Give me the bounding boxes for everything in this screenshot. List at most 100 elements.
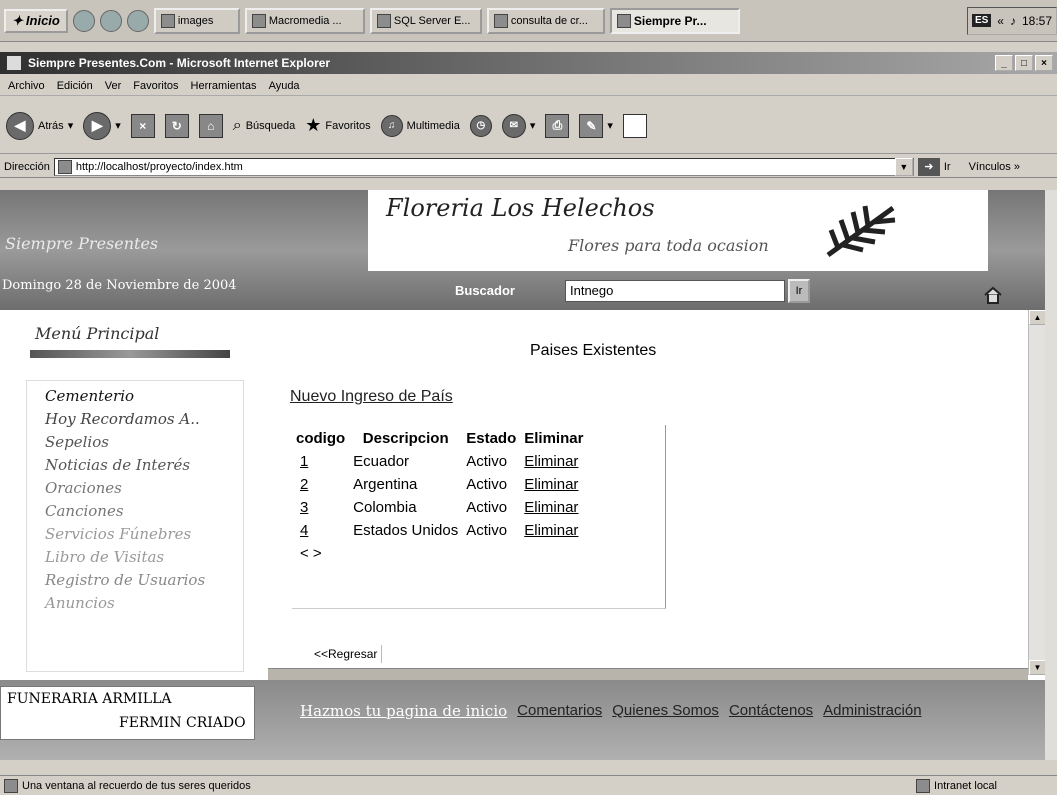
outlook-quicklaunch-icon[interactable] [99, 9, 122, 32]
fern-icon [826, 205, 896, 258]
home-button[interactable]: ⌂ [198, 113, 223, 138]
menu-item-anuncios[interactable]: Anuncios [45, 594, 115, 612]
edit-button[interactable]: ✎ ▾ [579, 113, 613, 138]
go-arrow-icon[interactable]: ➜ [917, 157, 940, 176]
delete-link[interactable]: Eliminar [520, 473, 587, 496]
scroll-up-icon[interactable]: ▲ [1029, 310, 1045, 325]
country-name: Argentina [353, 476, 418, 493]
menu-item-noticias[interactable]: Noticias de Interés [45, 456, 190, 474]
delete-link[interactable]: Eliminar [520, 519, 587, 542]
web-page: Siempre Presentes Floreria Los Helechos … [0, 190, 1045, 760]
scroll-down-icon[interactable]: ▼ [1029, 660, 1045, 675]
menu-item-hoy-recordamos[interactable]: Hoy Recordamos A.. [45, 410, 200, 428]
table-row: < > [292, 542, 587, 565]
menu-archivo[interactable]: Archivo [8, 80, 45, 92]
code-link[interactable]: 1 [292, 450, 349, 473]
florist-title: Floreria Los Helechos [386, 194, 655, 222]
delete-link[interactable]: Eliminar [520, 450, 587, 473]
site-search-input[interactable]: Intnego [565, 280, 785, 302]
taskbar-btn-consulta[interactable]: consulta de cr... [486, 7, 605, 34]
menu-herramientas[interactable]: Herramientas [191, 80, 257, 92]
menu-ayuda[interactable]: Ayuda [269, 80, 300, 92]
status-bar: Una ventana al recuerdo de tus seres que… [0, 775, 1057, 795]
security-zone: Intranet local [934, 779, 997, 792]
close-button[interactable]: × [1035, 55, 1053, 71]
frame-vertical-scrollbar[interactable]: ▲ ▼ [1028, 310, 1045, 675]
footer-link-quienes[interactable]: Quienes Somos [612, 702, 719, 720]
pager[interactable]: < > [292, 542, 349, 565]
ie-quicklaunch-icon[interactable] [72, 9, 95, 32]
media-quicklaunch-icon[interactable] [126, 9, 149, 32]
search-button[interactable]: ⌕ Búsqueda [233, 117, 296, 135]
funeral-home-logo: FUNERARIA ARMILLA FERMIN CRIADO [0, 686, 255, 740]
language-indicator[interactable]: ES [971, 14, 992, 27]
browser-vertical-scrollbar[interactable] [1045, 190, 1057, 760]
taskbar-btn-macromedia[interactable]: Macromedia ... [244, 7, 365, 34]
refresh-button[interactable]: ↻ [164, 113, 189, 138]
volume-icon[interactable]: ♪ [1010, 14, 1016, 28]
history-button[interactable]: ◷ [469, 114, 492, 137]
new-country-link[interactable]: Nuevo Ingreso de País [290, 388, 453, 406]
florist-ad[interactable]: Floreria Los Helechos Flores para toda o… [368, 190, 988, 271]
footer-link-contactenos[interactable]: Contáctenos [729, 702, 813, 720]
menu-item-registro[interactable]: Registro de Usuarios [45, 571, 205, 589]
address-dropdown-button[interactable]: ▼ [894, 157, 913, 176]
stop-icon: × [130, 113, 155, 138]
history-icon: ◷ [469, 114, 492, 137]
favorites-button[interactable]: ★ Favoritos [305, 115, 370, 136]
start-button[interactable]: ✦ Inicio [4, 8, 68, 33]
taskbar-btn-siempre[interactable]: Siempre Pr... [609, 7, 740, 34]
chevron-down-icon: ▾ [115, 120, 121, 132]
address-bar: Dirección http://localhost/proyecto/inde… [0, 156, 1057, 178]
footer-link-comentarios[interactable]: Comentarios [517, 702, 602, 720]
menu-item-cementerio[interactable]: Cementerio [45, 387, 134, 405]
menu-edicion[interactable]: Edición [57, 80, 93, 92]
code-link[interactable]: 4 [292, 519, 349, 542]
minimize-button[interactable]: _ [995, 55, 1013, 71]
back-link[interactable]: <<Regresar [310, 645, 383, 663]
delete-link[interactable]: Eliminar [520, 496, 587, 519]
mail-icon: ✉ [501, 113, 526, 138]
forward-arrow-icon: ▶ [83, 111, 112, 140]
menu-item-servicios[interactable]: Servicios Fúnebres [45, 525, 191, 543]
mail-button[interactable]: ✉ ▾ [501, 113, 536, 138]
stop-button[interactable]: × [130, 113, 155, 138]
footer-link-home[interactable]: Hazmos tu pagina de inicio [300, 702, 507, 720]
menu-favoritos[interactable]: Favoritos [133, 80, 178, 92]
taskbar-btn-sqlserver[interactable]: SQL Server E... [369, 7, 482, 34]
status-text: Una ventana al recuerdo de tus seres que… [22, 779, 251, 792]
go-button[interactable]: Ir [944, 161, 951, 173]
links-button[interactable]: Vínculos » [969, 161, 1020, 173]
footer-link-admin[interactable]: Administración [823, 702, 921, 720]
tray-expand-icon[interactable]: « [997, 14, 1004, 28]
chevron-down-icon: ▾ [529, 120, 536, 132]
code-link[interactable]: 3 [292, 496, 349, 519]
address-label: Dirección [4, 160, 50, 173]
table-row: 1 Ecuador Activo Eliminar [292, 450, 587, 473]
maximize-button[interactable]: □ [1015, 55, 1033, 71]
menu-item-sepelios[interactable]: Sepelios [45, 433, 109, 451]
messenger-button[interactable] [622, 113, 647, 138]
back-button[interactable]: ◀ Atrás ▾ [6, 111, 73, 140]
menu-item-canciones[interactable]: Canciones [45, 502, 124, 520]
taskbar-btn-images[interactable]: images [153, 7, 240, 34]
print-button[interactable]: ⎙ [545, 113, 570, 138]
address-input[interactable]: http://localhost/proyecto/index.htm ▼ [53, 157, 914, 176]
window-titlebar: Siempre Presentes.Com - Microsoft Intern… [0, 52, 1057, 74]
multimedia-button[interactable]: ♫ Multimedia [380, 114, 460, 137]
forward-button[interactable]: ▶ ▾ [83, 111, 121, 140]
home-icon[interactable] [983, 286, 1003, 304]
florist-subtitle: Flores para toda ocasion [568, 236, 769, 255]
table-row: 4 Estados Unidos Activo Eliminar [292, 519, 587, 542]
windows-logo-icon: ✦ [12, 12, 23, 28]
table-header-row: codigo Descripcion Estado Eliminar [292, 427, 587, 450]
country-name: Ecuador [353, 453, 410, 470]
code-link[interactable]: 2 [292, 473, 349, 496]
ie-page-icon [57, 159, 72, 174]
menu-item-oraciones[interactable]: Oraciones [45, 479, 122, 497]
country-state: Activo [466, 476, 508, 493]
site-signature-logo: Siempre Presentes [5, 234, 159, 253]
menu-ver[interactable]: Ver [105, 80, 122, 92]
site-search-button[interactable]: Ir [788, 279, 810, 303]
menu-item-libro-visitas[interactable]: Libro de Visitas [45, 548, 164, 566]
